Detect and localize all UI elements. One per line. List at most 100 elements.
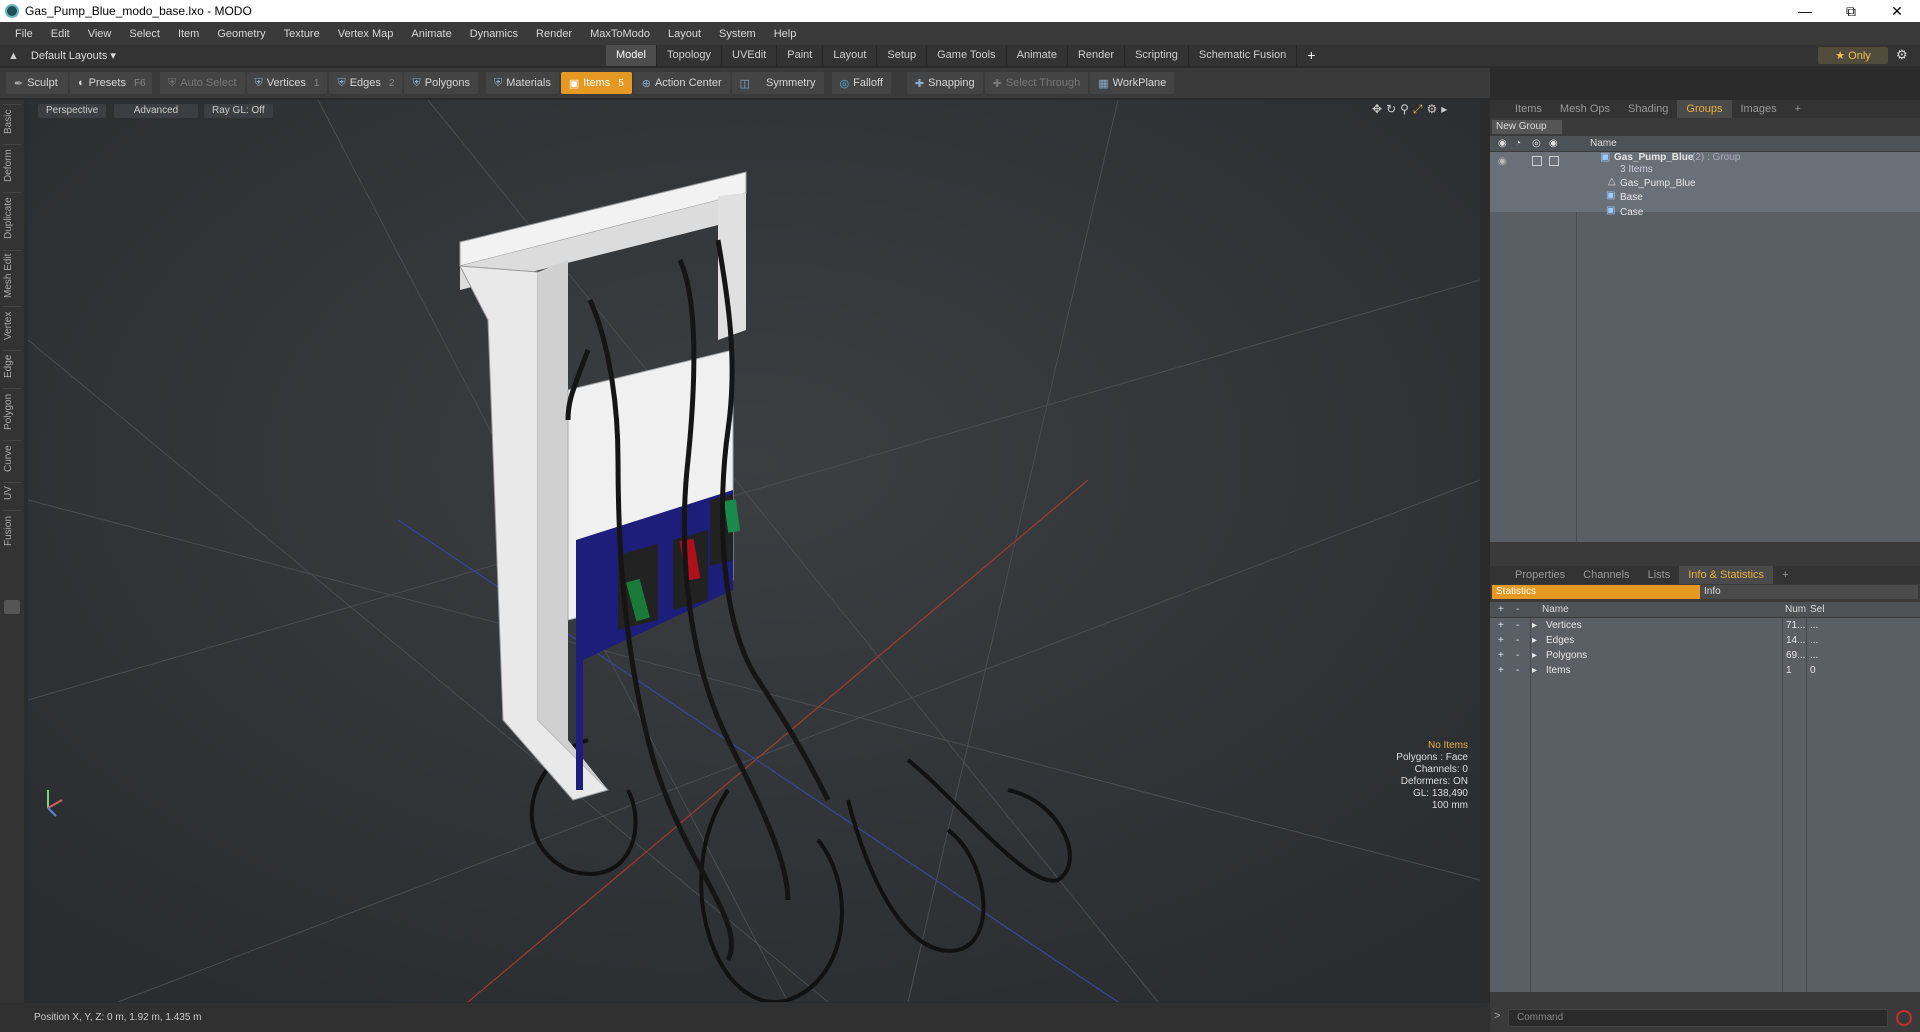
expand-all-icon[interactable]: + bbox=[1498, 602, 1504, 617]
layout-dropdown[interactable]: Default Layouts ▾ bbox=[31, 49, 116, 62]
zoom-icon[interactable]: ⚲ bbox=[1400, 102, 1413, 116]
child-case[interactable]: Case bbox=[1620, 207, 1643, 218]
tab-lists[interactable]: Lists bbox=[1639, 566, 1680, 584]
expand-polygons-icon[interactable]: + bbox=[1498, 650, 1504, 661]
statistics-subtab[interactable]: Statistics bbox=[1492, 585, 1700, 599]
strip-toggle-button[interactable] bbox=[4, 600, 20, 614]
expand-edges-icon[interactable]: + bbox=[1498, 635, 1504, 646]
add-panel-tab-button[interactable]: + bbox=[1786, 100, 1810, 118]
menu-vertex-map[interactable]: Vertex Map bbox=[329, 28, 403, 40]
command-input[interactable]: Command bbox=[1508, 1009, 1888, 1027]
vtab-vertex[interactable]: Vertex bbox=[3, 306, 21, 344]
vtab-curve[interactable]: Curve bbox=[3, 440, 21, 476]
vertices-button[interactable]: ⛨ Vertices 1 bbox=[246, 72, 328, 94]
child-base[interactable]: Base bbox=[1620, 192, 1643, 203]
vtab-uv[interactable]: UV bbox=[3, 482, 21, 504]
polygons-arrow-icon[interactable]: ▸ bbox=[1532, 650, 1537, 661]
group-name[interactable]: Gas_Pump_Blue bbox=[1614, 152, 1693, 163]
group-lock-toggle[interactable] bbox=[1532, 156, 1542, 166]
tab-groups[interactable]: Groups bbox=[1677, 100, 1732, 118]
group-select-toggle[interactable] bbox=[1549, 156, 1559, 166]
menu-render[interactable]: Render bbox=[527, 28, 581, 40]
viewport-scene[interactable] bbox=[28, 100, 1480, 1002]
tab-images[interactable]: Images bbox=[1732, 100, 1786, 118]
symmetry-button[interactable]: ◫ Symmetry bbox=[731, 72, 824, 94]
falloff-button[interactable]: ◎ Falloff bbox=[831, 72, 891, 94]
menu-help[interactable]: Help bbox=[765, 28, 806, 40]
vtab-mesh-edit[interactable]: Mesh Edit bbox=[3, 250, 21, 300]
items-arrow-icon[interactable]: ▸ bbox=[1532, 665, 1537, 676]
snapping-button[interactable]: ✚ Snapping bbox=[906, 72, 983, 94]
tab-layout[interactable]: Layout bbox=[823, 45, 878, 66]
only-button[interactable]: ★ Only bbox=[1818, 47, 1888, 64]
advanced-button[interactable]: Advanced bbox=[114, 104, 198, 118]
tab-info-statistics[interactable]: Info & Statistics bbox=[1679, 566, 1774, 584]
items-button[interactable]: ▣ Items 5 bbox=[560, 72, 632, 94]
tab-uvedit[interactable]: UVEdit bbox=[722, 45, 778, 66]
stats-row-edges[interactable]: + - ▸ Edges 14... ... bbox=[1490, 633, 1920, 648]
stats-row-vertices[interactable]: + - ▸ Vertices 71... ... bbox=[1490, 618, 1920, 633]
edges-arrow-icon[interactable]: ▸ bbox=[1532, 635, 1537, 646]
auto-select-button[interactable]: ⛨ Auto Select bbox=[160, 72, 245, 94]
expand-vertices-icon[interactable]: + bbox=[1498, 620, 1504, 631]
3d-viewport[interactable]: Perspective Advanced Ray GL: Off ✥↻⚲⤢⚙▸ … bbox=[28, 100, 1480, 1002]
add-tab-button[interactable]: + bbox=[1297, 45, 1325, 66]
collapse-edges-icon[interactable]: - bbox=[1516, 635, 1519, 646]
menu-texture[interactable]: Texture bbox=[275, 28, 329, 40]
expand-items-icon[interactable]: + bbox=[1498, 665, 1504, 676]
command-record-icon[interactable] bbox=[1896, 1010, 1912, 1026]
add-stats-tab-button[interactable]: + bbox=[1773, 566, 1797, 584]
tab-topology[interactable]: Topology bbox=[657, 45, 723, 66]
perspective-button[interactable]: Perspective bbox=[38, 104, 107, 118]
tab-schematic-fusion[interactable]: Schematic Fusion bbox=[1189, 45, 1298, 66]
menu-select[interactable]: Select bbox=[120, 28, 169, 40]
menu-dynamics[interactable]: Dynamics bbox=[461, 28, 527, 40]
collapse-all-icon[interactable]: - bbox=[1516, 602, 1519, 617]
tab-game-tools[interactable]: Game Tools bbox=[927, 45, 1007, 66]
fit-icon[interactable]: ⤢ bbox=[1413, 102, 1427, 116]
menu-layout[interactable]: Layout bbox=[659, 28, 710, 40]
tab-items[interactable]: Items bbox=[1506, 100, 1551, 118]
action-center-button[interactable]: ⊕ Action Center bbox=[633, 72, 730, 94]
collapse-vertices-icon[interactable]: - bbox=[1516, 620, 1519, 631]
tab-paint[interactable]: Paint bbox=[777, 45, 824, 66]
group-visibility-icon[interactable]: ◉ bbox=[1498, 156, 1507, 167]
close-button[interactable]: ✕ bbox=[1874, 0, 1920, 22]
menu-maxtomodo[interactable]: MaxToModo bbox=[581, 28, 659, 40]
layout-collapse-icon[interactable]: ▲ bbox=[8, 50, 19, 62]
vtab-deform[interactable]: Deform bbox=[3, 144, 21, 186]
workplane-button[interactable]: ▦ WorkPlane bbox=[1090, 72, 1175, 94]
sculpt-button[interactable]: ✒ Sculpt bbox=[6, 72, 68, 94]
tab-animate[interactable]: Animate bbox=[1007, 45, 1068, 66]
menu-item[interactable]: Item bbox=[169, 28, 208, 40]
menu-edit[interactable]: Edit bbox=[42, 28, 79, 40]
viewport-gear-icon[interactable]: ⚙ bbox=[1427, 102, 1442, 116]
tab-channels[interactable]: Channels bbox=[1574, 566, 1638, 584]
menu-view[interactable]: View bbox=[79, 28, 121, 40]
menu-geometry[interactable]: Geometry bbox=[208, 28, 274, 40]
stats-row-items[interactable]: + - ▸ Items 1 0 bbox=[1490, 663, 1920, 678]
rotate-icon[interactable]: ↻ bbox=[1386, 102, 1400, 116]
vertices-arrow-icon[interactable]: ▸ bbox=[1532, 620, 1537, 631]
maximize-button[interactable]: ⧉ bbox=[1828, 0, 1874, 22]
tab-mesh-ops[interactable]: Mesh Ops bbox=[1551, 100, 1619, 118]
viewport-arrow-icon[interactable]: ▸ bbox=[1441, 102, 1451, 116]
presets-button[interactable]: ◐ Presets F6 bbox=[70, 72, 152, 94]
pan-icon[interactable]: ✥ bbox=[1372, 102, 1386, 116]
collapse-items-icon[interactable]: - bbox=[1516, 665, 1519, 676]
info-subtab[interactable]: Info bbox=[1700, 585, 1918, 599]
ray-gl-button[interactable]: Ray GL: Off bbox=[204, 104, 273, 118]
vtab-fusion[interactable]: Fusion bbox=[3, 510, 21, 550]
materials-button[interactable]: ⛨ Materials bbox=[486, 72, 559, 94]
vtab-edge[interactable]: Edge bbox=[3, 350, 21, 382]
tab-shading[interactable]: Shading bbox=[1619, 100, 1677, 118]
tab-render[interactable]: Render bbox=[1068, 45, 1126, 66]
new-group-button[interactable]: New Group bbox=[1492, 120, 1562, 134]
settings-gear-icon[interactable]: ⚙ bbox=[1896, 47, 1908, 63]
vtab-duplicate[interactable]: Duplicate bbox=[3, 192, 21, 244]
select-through-button[interactable]: ✚ Select Through bbox=[984, 72, 1089, 94]
menu-file[interactable]: File bbox=[6, 28, 42, 40]
menu-system[interactable]: System bbox=[710, 28, 765, 40]
child-gas-pump-blue[interactable]: Gas_Pump_Blue bbox=[1620, 178, 1696, 189]
stats-row-polygons[interactable]: + - ▸ Polygons 69... ... bbox=[1490, 648, 1920, 663]
